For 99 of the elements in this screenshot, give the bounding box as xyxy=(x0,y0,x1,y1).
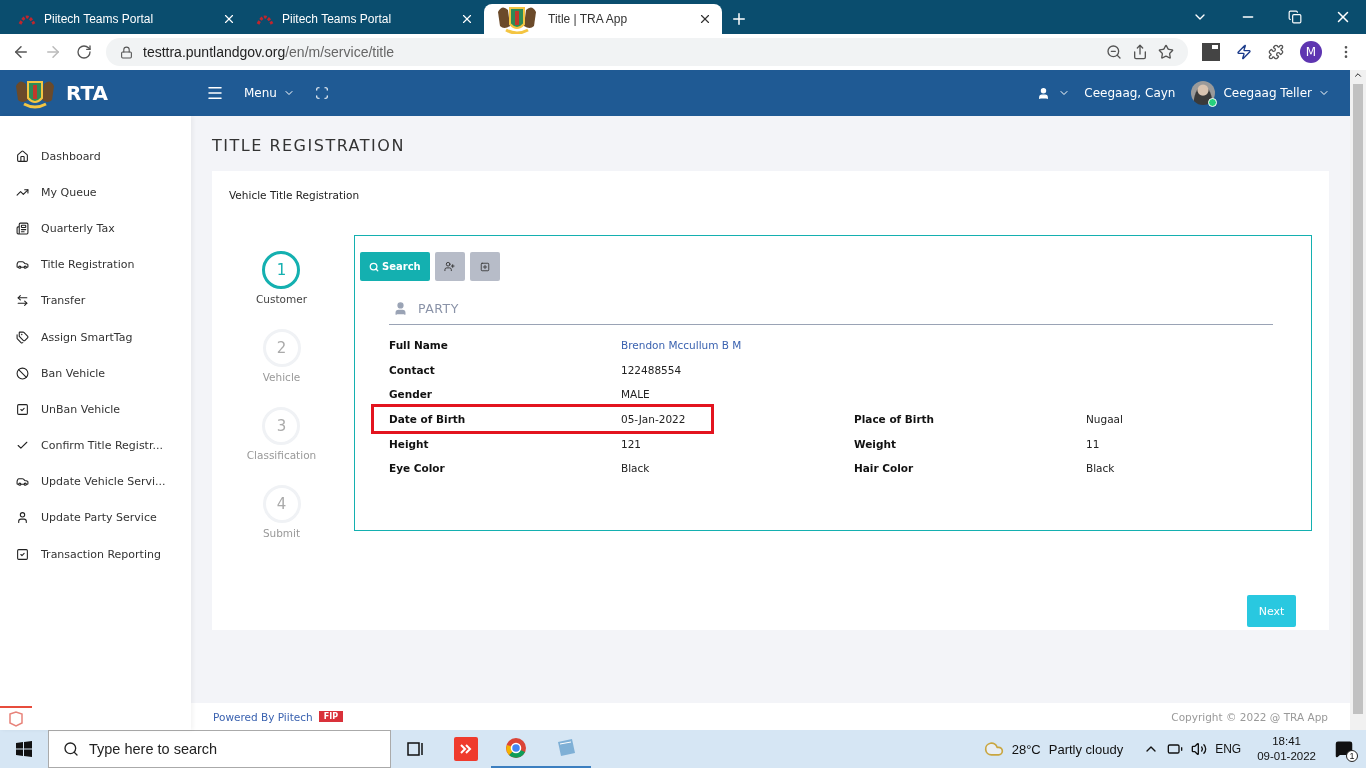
back-icon[interactable] xyxy=(12,43,30,61)
field-value: Brendon Mccullum B M xyxy=(621,339,743,352)
field-label: Hair Color xyxy=(854,462,915,475)
step-label: Classification xyxy=(246,449,317,461)
new-tab-icon[interactable] xyxy=(730,10,748,28)
profile-avatar[interactable]: M xyxy=(1300,41,1322,63)
checkbox-icon xyxy=(16,402,29,416)
car-icon xyxy=(16,475,29,489)
sidebar-item[interactable]: Dashboard xyxy=(0,138,191,175)
copyright-text: Copyright © 2022 @ TRA App xyxy=(1171,710,1328,723)
transfer-icon xyxy=(16,294,29,308)
field-label: Gender xyxy=(389,388,434,401)
close-icon[interactable] xyxy=(222,12,236,26)
close-icon[interactable] xyxy=(460,12,474,26)
sidebar-item[interactable]: Title Registration xyxy=(0,246,191,283)
bolt-icon[interactable] xyxy=(1236,44,1252,60)
add-user-button[interactable] xyxy=(434,252,465,281)
sidebar-item[interactable]: UnBan Vehicle xyxy=(0,391,191,428)
lock-icon xyxy=(120,45,133,59)
section-title: PARTY xyxy=(418,301,459,316)
search-icon xyxy=(369,261,379,272)
field-label: Full Name xyxy=(389,339,449,352)
user-icon xyxy=(16,511,29,525)
online-dot xyxy=(1208,98,1218,107)
browser-tab[interactable]: Piitech Teams Portal xyxy=(8,4,246,34)
sidebar-item[interactable]: Ban Vehicle xyxy=(0,355,191,392)
field-value: 05-Jan-2022 xyxy=(621,413,687,426)
home-icon xyxy=(16,149,29,163)
add-button[interactable] xyxy=(469,252,500,281)
field-label: Eye Color xyxy=(389,462,446,475)
star-icon[interactable] xyxy=(1158,44,1174,60)
step-label: Customer xyxy=(256,293,307,305)
search-icon xyxy=(63,741,79,757)
step-label: Vehicle xyxy=(262,371,301,383)
clock[interactable]: 18:41 09-01-2022 xyxy=(1257,734,1316,764)
weather-text: Partly cloudy xyxy=(1048,741,1124,757)
url-path: /en/m/service/title xyxy=(285,44,395,60)
notification-count: 1 xyxy=(1346,750,1358,762)
zoom-out-icon[interactable] xyxy=(1106,44,1122,60)
list-icon xyxy=(16,221,29,235)
field-label: Date of Birth xyxy=(389,413,467,426)
car-icon xyxy=(16,258,29,272)
field-value: Nugaal xyxy=(1086,413,1124,426)
field-value: Black xyxy=(621,462,651,475)
plus-square-icon xyxy=(479,261,490,272)
arch-logo-icon xyxy=(256,13,274,25)
brand-name: RTA xyxy=(66,81,109,105)
ban-icon xyxy=(16,366,29,380)
sidebar-item[interactable]: Update Party Service xyxy=(0,499,191,537)
share-icon[interactable] xyxy=(1132,44,1148,60)
menu-icon[interactable] xyxy=(206,84,224,102)
arch-logo-icon xyxy=(18,13,36,25)
field-value: Black xyxy=(1086,462,1116,475)
battery-icon[interactable] xyxy=(1167,741,1184,757)
reload-icon[interactable] xyxy=(76,44,92,60)
field-value: MALE xyxy=(621,388,651,401)
user-plus-icon xyxy=(444,261,456,272)
field-value: 121 xyxy=(621,437,643,450)
temperature-text: 28°C xyxy=(1011,741,1041,757)
tags-icon xyxy=(16,330,29,344)
user-avatar[interactable] xyxy=(1191,81,1216,105)
field-label: Place of Birth xyxy=(854,413,936,426)
language-text[interactable]: ENG xyxy=(1215,742,1242,756)
field-value: 122488554 xyxy=(621,363,683,376)
restore-icon[interactable] xyxy=(1288,10,1302,24)
address-field[interactable]: testtra.puntlandgov.org/en/m/service/title xyxy=(106,38,1188,66)
volume-icon[interactable] xyxy=(1191,741,1208,757)
checkbox-icon xyxy=(16,547,29,561)
url-host: testtra.puntlandgov.org xyxy=(143,44,286,60)
field-value: 11 xyxy=(1086,437,1101,450)
sidebar-item[interactable]: My Queue xyxy=(0,174,191,211)
user-icon[interactable] xyxy=(1037,86,1051,100)
sidebar-item[interactable]: Confirm Title Registr... xyxy=(0,427,191,464)
scrollbar[interactable] xyxy=(1350,70,1366,730)
fullscreen-icon[interactable] xyxy=(314,86,329,100)
user-short-name: Ceegaag, Cayn xyxy=(1084,86,1176,100)
browser-tab[interactable]: Title | TRA App xyxy=(484,4,722,34)
page-title: TITLE REGISTRATION xyxy=(212,136,406,155)
logo-badge: FIP xyxy=(318,711,343,722)
sidebar-item[interactable]: Assign SmartTag xyxy=(0,318,191,356)
menu-dropdown[interactable]: Menu xyxy=(244,86,295,100)
card-title: Vehicle Title Registration xyxy=(229,189,361,201)
browser-tab[interactable]: Piitech Teams Portal xyxy=(246,4,484,34)
step-label: Submit xyxy=(262,527,301,539)
user-icon xyxy=(393,301,408,316)
field-label: Weight xyxy=(854,437,897,450)
sidebar-item[interactable]: Update Vehicle Servi... xyxy=(0,463,191,500)
puzzle-icon[interactable] xyxy=(1268,44,1284,60)
close-icon[interactable] xyxy=(698,12,712,26)
extension-icon[interactable] xyxy=(1202,43,1220,61)
sidebar-item[interactable]: Transaction Reporting xyxy=(0,536,191,573)
field-label: Height xyxy=(389,437,430,450)
sidebar-item[interactable]: Quarterly Tax xyxy=(0,210,191,247)
user-dropdown[interactable]: Ceegaag Teller xyxy=(1223,86,1330,100)
sidebar-item[interactable]: Transfer xyxy=(0,282,191,319)
taskbar-search-field[interactable]: Type here to search xyxy=(48,730,391,768)
powered-by-text: Powered By Piitech xyxy=(213,710,313,723)
field-label: Contact xyxy=(389,363,436,376)
chevron-up-icon[interactable] xyxy=(1353,70,1363,80)
